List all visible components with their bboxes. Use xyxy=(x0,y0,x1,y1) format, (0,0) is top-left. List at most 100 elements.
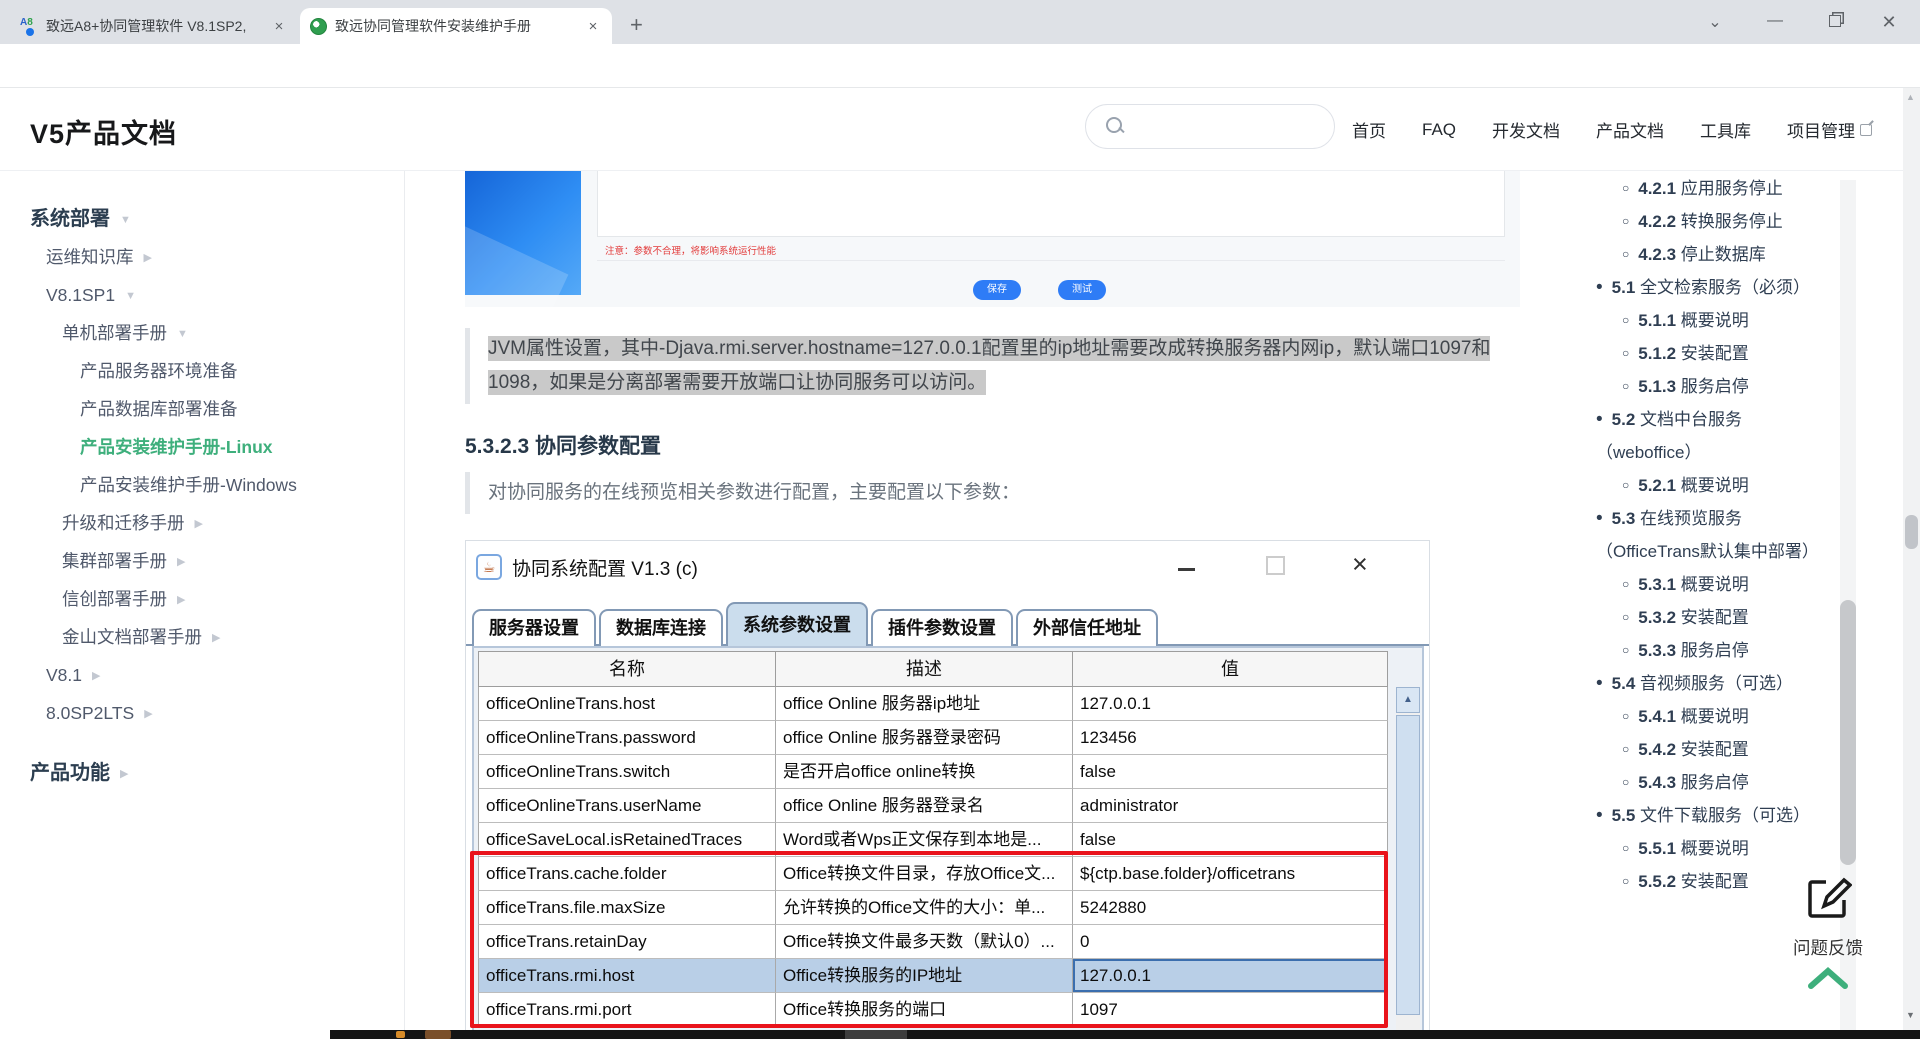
selected-text: JVM属性设置，其中-Djava.rmi.server.hostname=127… xyxy=(488,336,1490,395)
table-row: officeTrans.rmi.portOffice转换服务的端口1097 xyxy=(478,993,1388,1027)
sidebar-item-9[interactable]: 升级和迁移手册▶ xyxy=(62,511,203,536)
sidebar-item-15[interactable]: 产品功能▶ xyxy=(30,761,128,786)
sidebar-item-label: 金山文档部署手册 xyxy=(62,627,202,647)
toc-item-5-3-3[interactable]: ○5.3.3 服务启停 xyxy=(1596,634,1828,667)
taskbar-icon xyxy=(396,1031,405,1038)
column-header: 描述 xyxy=(776,651,1073,687)
nav-item-3[interactable]: 开发文档 xyxy=(1492,117,1560,142)
jvm-note-blockquote: JVM属性设置，其中-Djava.rmi.server.hostname=127… xyxy=(465,328,1525,404)
toc-item-5-2-1[interactable]: ○5.2.1 概要说明 xyxy=(1596,469,1828,502)
table-row: officeTrans.file.maxSize允许转换的Office文件的大小… xyxy=(478,891,1388,925)
tab-close-icon[interactable]: × xyxy=(270,18,288,35)
toc-item-5-4[interactable]: •5.4 音视频服务（可选） xyxy=(1596,667,1828,700)
toc-item-label: 安装配置 xyxy=(1681,344,1749,363)
toc-item-label: 音视频服务（可选） xyxy=(1640,674,1793,693)
browser-tab-1[interactable]: A8 致远A8+协同管理软件 V8.1SP2, × xyxy=(10,8,298,44)
screenshot-save-button: 保存 xyxy=(973,280,1021,300)
divider xyxy=(597,260,1505,261)
window-minimize-button[interactable]: — xyxy=(1762,12,1788,32)
scrollbar-down-arrow-icon[interactable]: ▼ xyxy=(1906,1010,1915,1020)
toc-item-label: 停止数据库 xyxy=(1681,245,1766,264)
table-row: officeTrans.cache.folderOffice转换文件目录，存放O… xyxy=(478,857,1388,891)
toc-item-5-2[interactable]: •5.2 文档中台服务（weboffice） xyxy=(1596,403,1828,469)
nav-item-2[interactable]: FAQ xyxy=(1422,120,1456,140)
dialog-tab-3: 系统参数设置 xyxy=(726,602,868,646)
nav-item-1[interactable]: 首页 xyxy=(1352,117,1386,142)
toc-item-5-1[interactable]: •5.1 全文检索服务（必须） xyxy=(1596,271,1828,304)
toc-item-5-3[interactable]: •5.3 在线预览服务（OfficeTrans默认集中部署） xyxy=(1596,502,1828,568)
sidebar-item-3[interactable]: V8.1SP1▼ xyxy=(46,283,136,308)
toc-item-number: 5.2.1 xyxy=(1638,476,1681,495)
sidebar-item-label: 系统部署 xyxy=(30,208,110,230)
table-cell-name: officeOnlineTrans.switch xyxy=(478,755,776,789)
scrollbar-up-arrow-icon[interactable]: ▲ xyxy=(1906,92,1915,102)
toc-item-label: 安装配置 xyxy=(1681,740,1749,759)
circle-bullet-icon: ○ xyxy=(1622,874,1629,888)
window-restore-button[interactable] xyxy=(1822,12,1848,32)
toc-item-5-5[interactable]: •5.5 文件下载服务（可选） xyxy=(1596,799,1828,832)
sidebar-item-13[interactable]: V8.1▶ xyxy=(46,663,100,688)
sidebar-item-10[interactable]: 集群部署手册▶ xyxy=(62,549,185,574)
toc-item-number: 5.2 xyxy=(1612,410,1640,429)
sidebar-item-1[interactable]: 系统部署▼ xyxy=(30,207,131,232)
page-scrollbar[interactable]: ▲ ▼ xyxy=(1903,88,1920,1039)
table-cell-desc: office Online 服务器登录密码 xyxy=(776,721,1073,755)
screenshot-test-button: 测试 xyxy=(1058,280,1106,300)
sidebar-item-6[interactable]: 产品数据库部署准备 xyxy=(80,397,238,421)
toc-item-label: 概要说明 xyxy=(1681,839,1749,858)
browser-toolbar: ← → ↻ open.seeyoncloud.com/v5doc/34/35/9… xyxy=(0,44,1920,88)
toc-item-5-4-3[interactable]: ○5.4.3 服务启停 xyxy=(1596,766,1828,799)
nav-item-6[interactable]: 项目管理 xyxy=(1787,117,1872,142)
back-to-top-chevron-icon[interactable] xyxy=(1807,966,1849,990)
toc-item-number: 5.4 xyxy=(1612,674,1640,693)
nav-item-4[interactable]: 产品文档 xyxy=(1596,117,1664,142)
page-scrollbar-thumb[interactable] xyxy=(1905,515,1918,549)
toc-item-5-1-1[interactable]: ○5.1.1 概要说明 xyxy=(1596,304,1828,337)
sidebar-item-4[interactable]: 单机部署手册▼ xyxy=(62,321,188,346)
table-cell-value: 1097 xyxy=(1073,993,1388,1027)
toc-item-5-1-2[interactable]: ○5.1.2 安装配置 xyxy=(1596,337,1828,370)
toc-item-4-2-1[interactable]: ○4.2.1 应用服务停止 xyxy=(1596,172,1828,205)
toc-item-4-2-2[interactable]: ○4.2.2 转换服务停止 xyxy=(1596,205,1828,238)
bullet-icon: • xyxy=(1596,277,1603,298)
sidebar-item-label: 产品安装维护手册-Windows xyxy=(80,475,297,495)
nav-item-5[interactable]: 工具库 xyxy=(1700,117,1751,142)
sidebar-item-11[interactable]: 信创部署手册▶ xyxy=(62,587,185,612)
toc-item-4-2-3[interactable]: ○4.2.3 停止数据库 xyxy=(1596,238,1828,271)
dialog-tab-4: 插件参数设置 xyxy=(871,609,1013,646)
tab-close-icon[interactable]: × xyxy=(584,18,602,35)
toc-item-5-3-1[interactable]: ○5.3.1 概要说明 xyxy=(1596,568,1828,601)
window-close-button[interactable]: ✕ xyxy=(1876,12,1902,32)
sidebar-item-14[interactable]: 8.0SP2LTS▶ xyxy=(46,701,153,726)
search-input[interactable] xyxy=(1085,104,1335,149)
sidebar-item-7[interactable]: 产品安装维护手册-Linux xyxy=(80,435,273,459)
toc-item-5-3-2[interactable]: ○5.3.2 安装配置 xyxy=(1596,601,1828,634)
toc-item-5-5-1[interactable]: ○5.5.1 概要说明 xyxy=(1596,832,1828,865)
table-cell-value: 123456 xyxy=(1073,721,1388,755)
sidebar-item-8[interactable]: 产品安装维护手册-Windows xyxy=(80,473,297,497)
a8-favicon-icon: A8 xyxy=(20,17,38,35)
circle-bullet-icon: ○ xyxy=(1622,742,1629,756)
new-tab-button[interactable]: + xyxy=(630,12,643,38)
chevron-right-icon: ▶ xyxy=(177,556,185,568)
sidebar-item-2[interactable]: 运维知识库▶ xyxy=(46,245,152,270)
table-row: officeSaveLocal.isRetainedTracesWord或者Wp… xyxy=(478,823,1388,857)
sidebar-item-5[interactable]: 产品服务器环境准备 xyxy=(80,359,238,383)
bullet-icon: • xyxy=(1596,805,1603,826)
toc-item-label: 概要说明 xyxy=(1681,707,1749,726)
circle-bullet-icon: ○ xyxy=(1622,610,1629,624)
toc-item-5-4-2[interactable]: ○5.4.2 安装配置 xyxy=(1596,733,1828,766)
sidebar-item-12[interactable]: 金山文档部署手册▶ xyxy=(62,625,220,650)
site-header: V5产品文档 首页 FAQ 开发文档 产品文档 工具库 项目管理 xyxy=(0,88,1920,171)
toc-item-5-1-3[interactable]: ○5.1.3 服务启停 xyxy=(1596,370,1828,403)
sidebar-item-label: 产品功能 xyxy=(30,762,110,784)
java-cup-icon: ☕ xyxy=(476,554,502,580)
site-logo[interactable]: V5产品文档 xyxy=(30,112,177,151)
feedback-widget[interactable]: 问题反馈 xyxy=(1778,874,1878,995)
tab-search-chevron-icon[interactable]: ⌄ xyxy=(1702,12,1728,32)
sidebar-item-label: 产品数据库部署准备 xyxy=(80,399,238,419)
toc-item-5-4-1[interactable]: ○5.4.1 概要说明 xyxy=(1596,700,1828,733)
browser-tab-2-active[interactable]: 致远协同管理软件安装维护手册 × xyxy=(300,8,612,44)
chevron-right-icon: ▶ xyxy=(92,670,100,682)
toc-scrollbar-thumb[interactable] xyxy=(1840,600,1856,865)
